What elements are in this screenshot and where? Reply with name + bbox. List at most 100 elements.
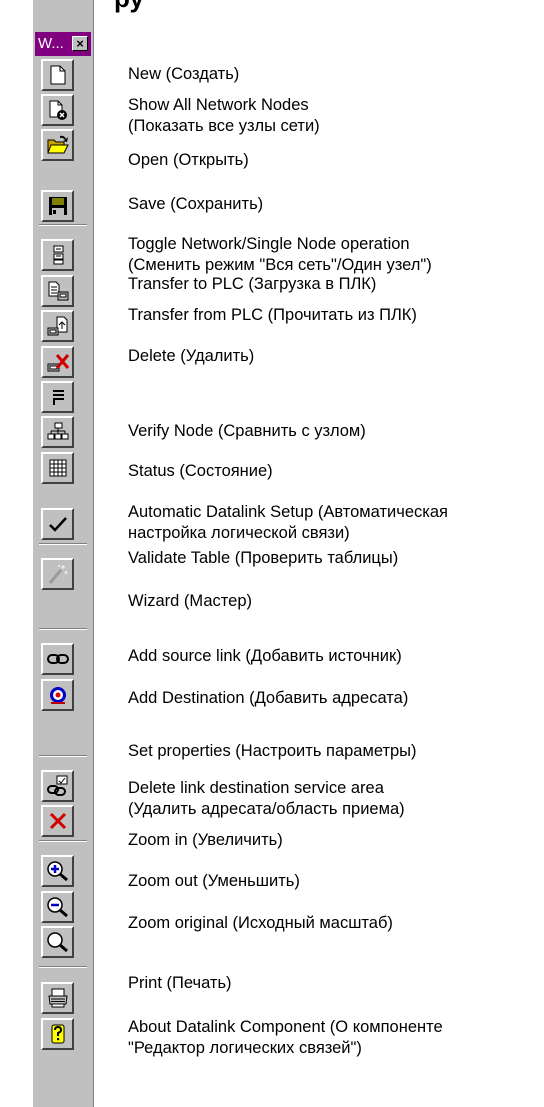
delete-link-icon [47,354,69,372]
add-destination-button[interactable] [41,679,74,711]
label-line: настройка логической связи) [128,524,350,542]
open-button[interactable] [41,129,74,161]
label-print: Print (Печать) [128,973,542,994]
auto-setup-button[interactable] [41,452,74,484]
new-document-icon [50,65,65,85]
transfer-from-plc-icon [47,316,67,336]
about-button[interactable] [41,1018,74,1050]
verify-node-button[interactable] [41,381,74,413]
set-properties-button[interactable] [41,770,74,802]
delete-button[interactable] [41,346,74,378]
add-source-link-button[interactable] [41,643,74,675]
label-line: "Редактор логических связей") [128,1039,362,1057]
label-line: Validate Table (Проверить таблицы) [128,549,399,567]
label-line: Toggle Network/Single Node operation [128,235,410,253]
toolbar-titlebar[interactable]: W... × [35,32,91,56]
label-add-destination: Add Destination (Добавить адресата) [128,688,542,709]
toolbar-separator [39,755,87,757]
label-line: About Datalink Component (О компоненте [128,1018,443,1036]
link-properties-icon [46,775,67,796]
show-network-nodes-icon [49,100,67,120]
close-button[interactable]: × [72,36,88,51]
label-set-properties: Set properties (Настроить параметры) [128,741,542,762]
label-line: Status (Состояние) [128,462,273,480]
label-line: (Показать все узлы сети) [128,117,320,135]
label-line: Zoom original (Исходный масштаб) [128,914,393,932]
label-zoom-in: Zoom in (Увеличить) [128,830,542,851]
label-line: Wizard (Мастер) [128,592,252,610]
toolbar-separator [39,628,87,630]
zoom-in-icon [46,861,68,882]
open-folder-icon [46,135,69,154]
label-line: Save (Сохранить) [128,195,264,213]
label-line: (Удалить адресата/область приема) [128,800,405,818]
toolbar-title: W... [38,35,64,52]
label-delete-destination: Delete link destination service area (Уда… [128,778,542,820]
automatic-setup-grid-icon [49,459,66,477]
label-zoom-original: Zoom original (Исходный масштаб) [128,913,542,934]
label-line: Open (Открыть) [128,151,249,169]
checkmark-icon [48,517,67,532]
show-all-nodes-button[interactable] [41,94,74,126]
question-mark-icon [51,1024,64,1044]
destination-target-icon [49,687,66,704]
label-verify-node: Verify Node (Сравнить с узлом) [128,421,542,442]
floppy-disk-icon [48,197,67,215]
label-status: Status (Состояние) [128,461,542,482]
label-line: Zoom out (Уменьшить) [128,872,300,890]
status-network-icon [47,422,68,440]
label-line: Verify Node (Сравнить с узлом) [128,422,366,440]
zoom-in-button[interactable] [41,855,74,887]
toolbar-separator [39,966,87,968]
toolbar-separator [39,224,87,226]
transfer-from-plc-button[interactable] [41,310,74,342]
label-line: New (Создать) [128,65,240,83]
label-about: About Datalink Component (О компоненте "Р… [128,1017,542,1059]
zoom-out-icon [46,897,68,918]
floating-toolbar: W... × [32,0,94,1107]
network-node-toggle-icon [53,245,63,265]
toolbar-separator [39,840,87,842]
label-add-source-link: Add source link (Добавить источник) [128,646,542,667]
label-line: Delete link destination service area [128,779,384,797]
toggle-network-button[interactable] [41,239,74,271]
wizard-wand-icon [48,565,67,584]
label-line: Delete (Удалить) [128,347,255,365]
label-line: Set properties (Настроить параметры) [128,742,417,760]
label-transfer-from-plc: Transfer from PLC (Прочитать из ПЛК) [128,305,542,326]
zoom-original-icon [46,932,68,953]
verify-node-icon [52,390,64,405]
new-button[interactable] [41,59,74,91]
label-open: Open (Открыть) [128,150,542,171]
label-toggle-network: Toggle Network/Single Node operation (Сме… [128,234,542,276]
label-transfer-to-plc: Transfer to PLC (Загрузка в ПЛК) [128,274,542,295]
label-delete: Delete (Удалить) [128,346,542,367]
toolbar-remainder [39,1052,89,1107]
label-line: Add source link (Добавить источник) [128,647,402,665]
label-line: Transfer to PLC (Загрузка в ПЛК) [128,275,377,293]
save-button[interactable] [41,190,74,222]
printer-icon [47,988,68,1008]
label-wizard: Wizard (Мастер) [128,591,542,612]
delete-destination-button[interactable] [41,805,74,837]
status-button[interactable] [41,416,74,448]
label-show-all-nodes: Show All Network Nodes (Показать все узлы… [128,95,542,137]
chain-link-icon [46,654,69,664]
validate-table-button[interactable] [41,508,74,540]
wizard-button[interactable] [41,558,74,590]
zoom-original-button[interactable] [41,926,74,958]
label-line: Print (Печать) [128,974,232,992]
red-x-icon [49,812,66,830]
label-auto-setup: Automatic Datalink Setup (Автоматическая… [128,502,542,544]
print-button[interactable] [41,982,74,1014]
label-line: (Сменить режим "Вся сеть"/Один узел") [128,256,432,274]
label-line: Automatic Datalink Setup (Автоматическая [128,503,448,521]
label-line: Add Destination (Добавить адресата) [128,689,409,707]
label-validate-table: Validate Table (Проверить таблицы) [128,548,542,569]
zoom-out-button[interactable] [41,891,74,923]
label-save: Save (Сохранить) [128,194,542,215]
transfer-to-plc-icon [48,281,68,301]
page-heading-fragment: ру [114,0,144,13]
label-line: Zoom in (Увеличить) [128,831,283,849]
transfer-to-plc-button[interactable] [41,275,74,307]
